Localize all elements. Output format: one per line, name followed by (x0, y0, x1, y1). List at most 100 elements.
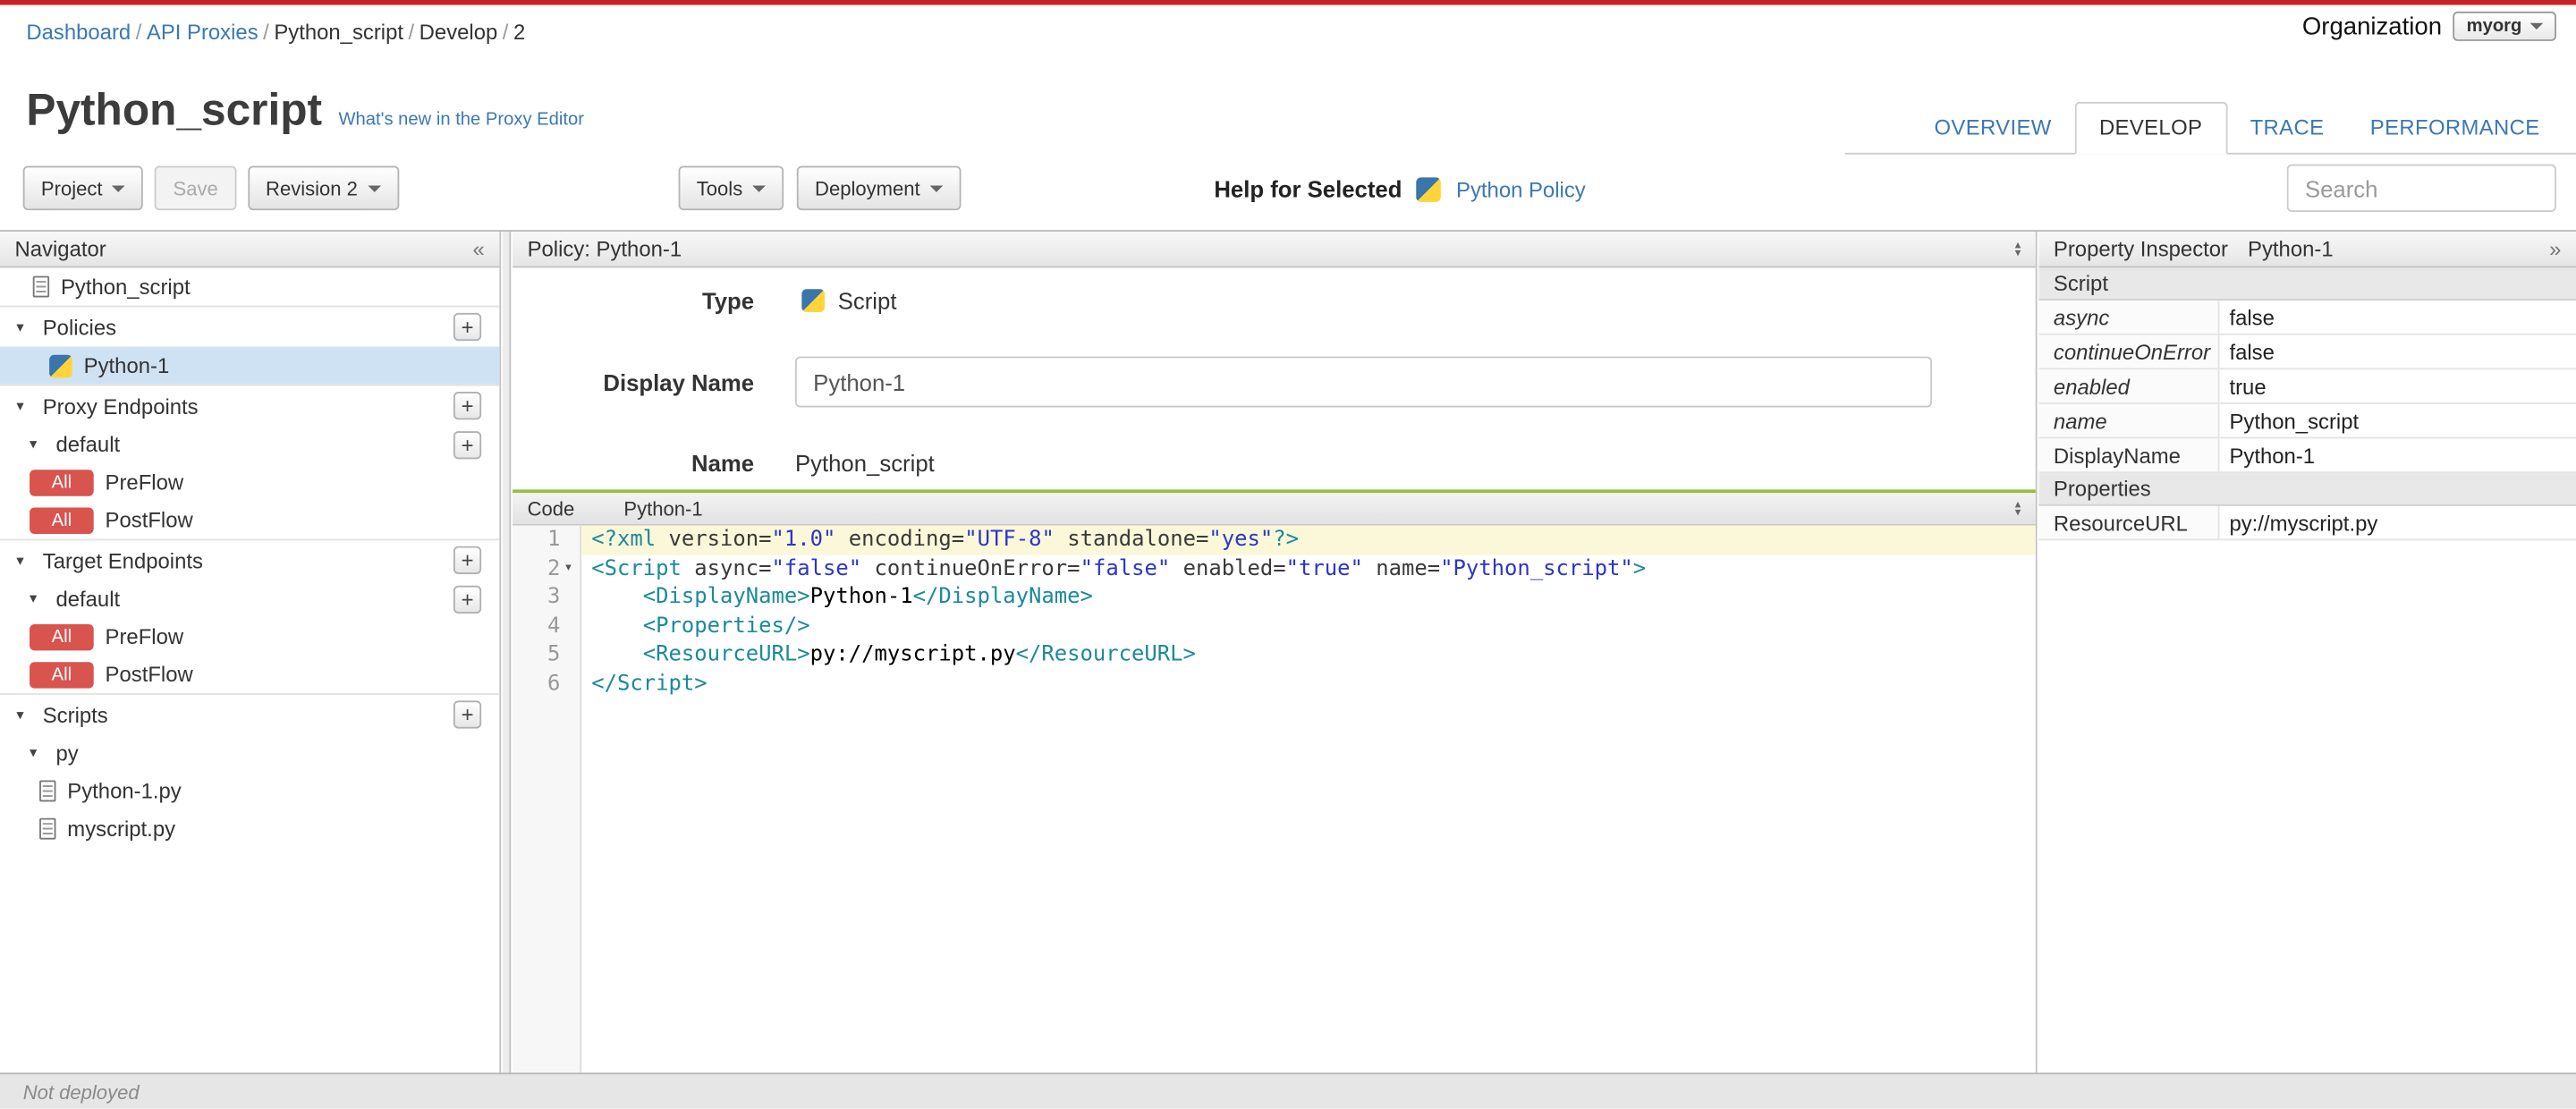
breadcrumb-item-api-proxies[interactable]: API Proxies (147, 20, 258, 45)
add-button[interactable]: + (453, 700, 482, 729)
property-name: ResourceURL (2038, 505, 2220, 539)
property-value[interactable]: false (2219, 301, 2576, 334)
collapse-toggle-icon[interactable]: ▴ ▾ (2015, 498, 2021, 518)
tab-overview[interactable]: OVERVIEW (1911, 104, 2075, 153)
python-icon (49, 353, 72, 377)
property-name: async (2038, 301, 2220, 334)
revision-button[interactable]: Revision 2 (247, 165, 399, 211)
code-fold-icon[interactable]: ▾ (560, 554, 576, 583)
tree-item-label: myscript.py (67, 816, 176, 842)
collapse-panel-icon[interactable]: « (473, 238, 485, 259)
property-value[interactable]: true (2219, 369, 2576, 402)
deployment-status-text: Not deployed (22, 1079, 140, 1104)
code-tab-label[interactable]: Code (528, 497, 575, 521)
tree-item-postflow[interactable]: All PostFlow (0, 501, 499, 538)
expand-caret-icon[interactable]: ▾ (16, 397, 31, 415)
type-row: Type Script (513, 277, 2019, 323)
property-value[interactable]: Python-1 (2219, 438, 2576, 471)
inspector-row-displayname: DisplayName Python-1 (2038, 438, 2576, 473)
property-value[interactable]: Python_script (2219, 404, 2576, 437)
code-body[interactable]: 1 2 ▾ 3 4 5 6 <?xml version="1.0" encoding="UT… (513, 525, 2036, 1073)
tree-item-py[interactable]: ▾ py (0, 734, 499, 772)
breadcrumb: Dashboard / API Proxies / Python_script / Deve… (26, 20, 525, 45)
add-button[interactable]: + (453, 430, 482, 459)
add-button[interactable]: + (453, 312, 482, 342)
deployment-button[interactable]: Deployment (796, 165, 962, 211)
add-button[interactable]: + (453, 546, 482, 574)
property-name: name (2038, 403, 2220, 437)
inspector-row-name: name Python_script (2038, 403, 2576, 439)
tree-item-label: PostFlow (105, 507, 193, 533)
property-value[interactable]: py://myscript.py (2219, 506, 2576, 539)
add-button[interactable]: + (453, 392, 482, 420)
organization-box: Organization myorg (2301, 11, 2556, 41)
code-line[interactable]: <?xml version="1.0" encoding="UTF-8" sta… (581, 525, 2036, 554)
tree-item-myscript-py[interactable]: myscript.py (0, 810, 499, 848)
organization-select[interactable]: myorg (2453, 11, 2556, 41)
tree-item-python-script[interactable]: Python_script (0, 267, 499, 305)
project-button-label: Project (40, 176, 103, 200)
panel-splitter[interactable] (503, 231, 512, 1073)
expand-caret-icon[interactable]: ▾ (16, 551, 31, 569)
page-title: Python_script (26, 85, 323, 135)
tree-item-postflow[interactable]: All PostFlow (0, 656, 499, 693)
organization-value: myorg (2466, 16, 2522, 37)
tab-trace[interactable]: TRACE (2227, 104, 2347, 153)
breadcrumb-separator: / (408, 20, 415, 45)
tree-item-preflow[interactable]: All PreFlow (0, 618, 499, 656)
tree-item-target-endpoints[interactable]: ▾ Target Endpoints + (0, 538, 500, 580)
tab-develop[interactable]: DEVELOP (2074, 101, 2227, 155)
expand-caret-icon[interactable]: ▾ (30, 436, 45, 453)
save-button-label: Save (173, 176, 218, 200)
name-value: Python_script (794, 450, 935, 477)
revision-button-label: Revision 2 (266, 176, 358, 200)
code-file-label: Python-1 (623, 496, 703, 521)
tools-button[interactable]: Tools (678, 165, 784, 211)
expand-caret-icon[interactable]: ▾ (16, 317, 31, 335)
name-row: Name Python_script (513, 445, 2019, 481)
line-number: 4 (547, 614, 561, 639)
display-name-input[interactable] (794, 356, 1933, 408)
add-button[interactable]: + (453, 584, 482, 614)
collapse-toggle-icon[interactable]: ▴ ▾ (2015, 239, 2021, 258)
code-line[interactable]: <ResourceURL>py://myscript.py</ResourceU… (581, 640, 2036, 669)
expand-caret-icon[interactable]: ▾ (16, 706, 31, 724)
tree-item-python-1-py[interactable]: Python-1.py (0, 772, 499, 809)
caret-down-icon (752, 184, 766, 191)
whats-new-link[interactable]: What's new in the Proxy Editor (338, 110, 584, 130)
help-for-selected-label: Help for Selected (1214, 175, 1402, 202)
name-label: Name (691, 450, 755, 477)
tree-item-python-1[interactable]: Python-1 (0, 346, 500, 385)
tree-item-label: PreFlow (105, 623, 184, 649)
expand-panel-icon[interactable]: » (2549, 238, 2561, 259)
expand-caret-icon[interactable]: ▾ (30, 589, 45, 607)
expand-caret-icon[interactable]: ▾ (30, 744, 45, 762)
display-name-row: Display Name (513, 356, 2019, 408)
code-gutter: 1 2 ▾ 3 4 5 6 (513, 525, 582, 1073)
code-line[interactable]: <Properties/> (581, 612, 2036, 640)
tree-item-default[interactable]: ▾ default + (0, 580, 499, 617)
code-line[interactable]: <DisplayName>Python-1</DisplayName> (581, 583, 2036, 612)
breadcrumb-item-python-script: Python_script (274, 20, 404, 45)
organization-label: Organization (2301, 12, 2443, 41)
project-button[interactable]: Project (22, 165, 144, 211)
tab-performance[interactable]: PERFORMANCE (2347, 104, 2563, 153)
python-policy-help-link[interactable]: Python Policy (1456, 176, 1586, 201)
main-workspace: Navigator « Python_script ▾ Policies + Pytho… (0, 230, 2576, 1073)
policy-panel-title: Policy: Python-1 (527, 236, 682, 262)
tree-item-scripts[interactable]: ▾ Scripts + (0, 693, 500, 734)
caret-down-icon (929, 184, 944, 191)
flow-all-badge: All (30, 469, 94, 495)
code-line[interactable]: <Script async="false" continueOnError="f… (581, 554, 2036, 583)
code-line[interactable]: </Script> (581, 669, 2036, 698)
property-value[interactable]: false (2219, 335, 2576, 368)
breadcrumb-item-dashboard[interactable]: Dashboard (26, 20, 131, 45)
chevron-down-icon (2529, 22, 2544, 30)
tree-item-proxy-endpoints[interactable]: ▾ Proxy Endpoints + (0, 384, 500, 426)
search-input[interactable] (2286, 164, 2556, 212)
tree-item-default[interactable]: ▾ default + (0, 426, 499, 463)
tree-item-policies[interactable]: ▾ Policies + (0, 305, 500, 347)
tree-item-preflow[interactable]: All PreFlow (0, 463, 499, 501)
code-lines[interactable]: <?xml version="1.0" encoding="UTF-8" sta… (581, 525, 2036, 1073)
save-button[interactable]: Save (155, 165, 236, 211)
